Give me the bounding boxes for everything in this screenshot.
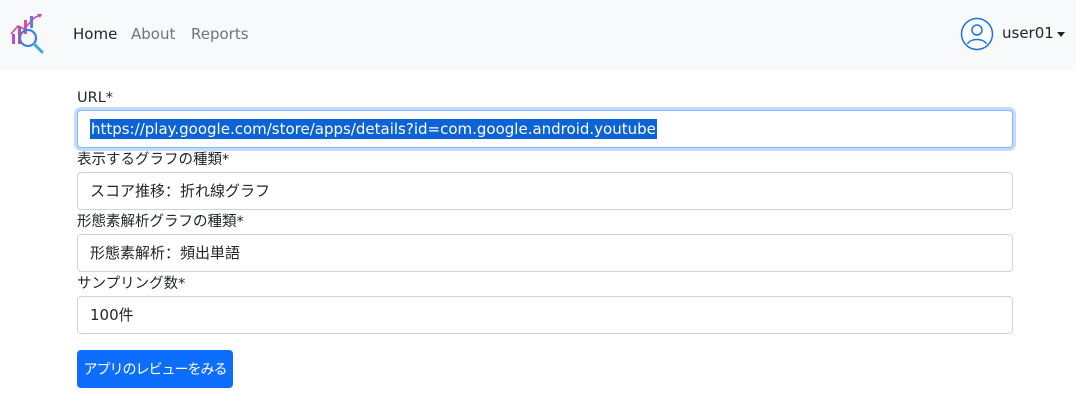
nav-home-link[interactable]: Home bbox=[73, 24, 117, 44]
sampling-label: サンプリング数* bbox=[77, 276, 186, 292]
nav-about-link[interactable]: About bbox=[131, 24, 175, 44]
graph-type-value: スコア推移：折れ線グラフ bbox=[90, 182, 271, 200]
url-label: URL* bbox=[77, 90, 114, 106]
user-avatar-icon bbox=[960, 17, 994, 51]
sampling-select[interactable]: 100件 bbox=[77, 296, 1013, 334]
morph-graph-type-select[interactable]: 形態素解析：頻出単語 bbox=[77, 234, 1013, 272]
morph-graph-type-value: 形態素解析：頻出単語 bbox=[90, 244, 241, 262]
morph-graph-type-label: 形態素解析グラフの種類* bbox=[77, 214, 244, 230]
chevron-down-icon bbox=[1057, 32, 1065, 37]
graph-type-select[interactable]: スコア推移：折れ線グラフ bbox=[77, 172, 1013, 210]
navbar: Home About Reports user01 bbox=[0, 0, 1076, 70]
user-menu-dropdown[interactable]: user01 bbox=[958, 17, 1068, 51]
url-input[interactable]: https://play.google.com/store/apps/detai… bbox=[77, 110, 1013, 148]
chart-magnifier-logo-icon[interactable] bbox=[8, 12, 48, 56]
nav-reports-link[interactable]: Reports bbox=[191, 24, 249, 44]
username-label: user01 bbox=[1002, 24, 1054, 42]
graph-type-label: 表示するグラフの種類* bbox=[77, 152, 230, 168]
view-reviews-button[interactable]: アプリのレビューをみる bbox=[77, 350, 233, 388]
url-input-value: https://play.google.com/store/apps/detai… bbox=[90, 119, 657, 139]
sampling-value: 100件 bbox=[90, 306, 134, 324]
